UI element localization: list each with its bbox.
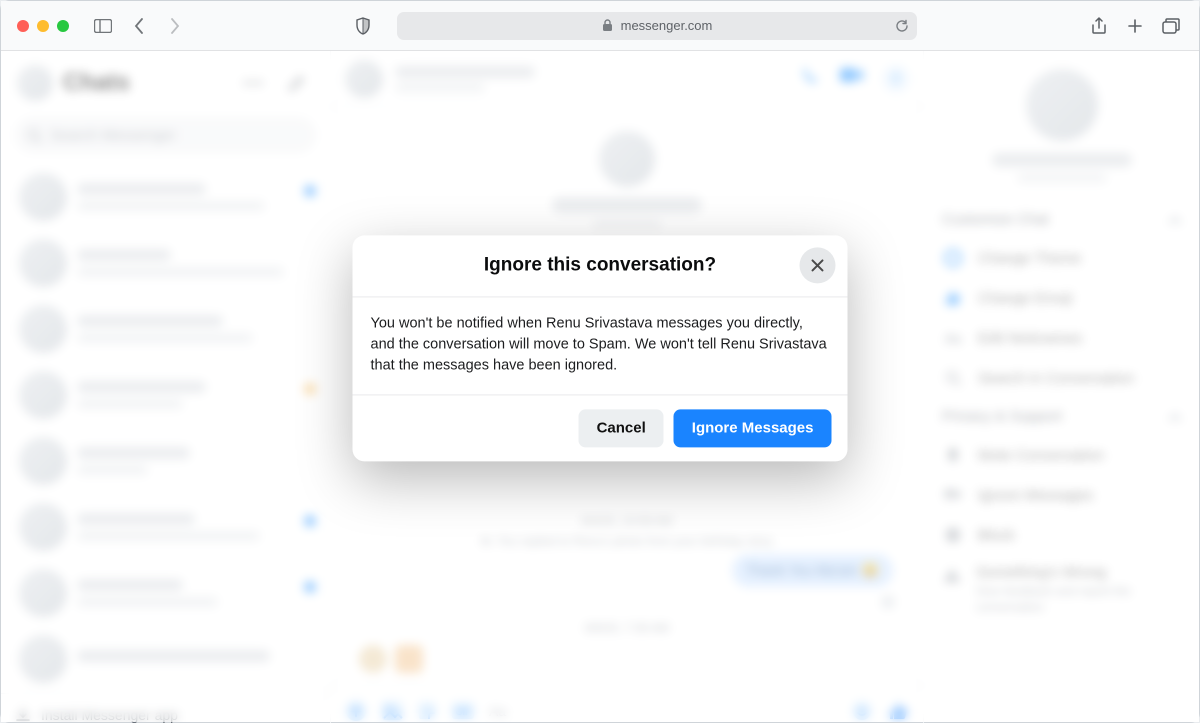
new-tab-icon[interactable] (1123, 14, 1147, 38)
modal-header: Ignore this conversation? (353, 235, 848, 297)
modal-body: You won't be notified when Renu Srivasta… (353, 297, 848, 395)
close-icon (810, 257, 826, 273)
minimize-window-icon[interactable] (37, 20, 49, 32)
modal-title: Ignore this conversation? (484, 254, 716, 276)
browser-toolbar: messenger.com (1, 1, 1199, 51)
ignore-messages-button[interactable]: Ignore Messages (674, 409, 832, 447)
close-window-icon[interactable] (17, 20, 29, 32)
modal-footer: Cancel Ignore Messages (353, 395, 848, 461)
modal-close-button[interactable] (800, 247, 836, 283)
nav-forward-button[interactable] (163, 14, 187, 38)
address-text: messenger.com (621, 18, 713, 33)
reload-icon[interactable] (895, 19, 909, 33)
address-bar[interactable]: messenger.com (397, 12, 917, 40)
maximize-window-icon[interactable] (57, 20, 69, 32)
ignore-conversation-modal: Ignore this conversation? You won't be n… (353, 235, 848, 461)
share-icon[interactable] (1087, 14, 1111, 38)
nav-back-button[interactable] (127, 14, 151, 38)
cancel-button[interactable]: Cancel (579, 409, 664, 447)
lock-icon (602, 19, 613, 32)
privacy-shield-icon[interactable] (351, 14, 375, 38)
sidebar-toggle-icon[interactable] (91, 14, 115, 38)
tabs-overview-icon[interactable] (1159, 14, 1183, 38)
window-controls (17, 20, 69, 32)
